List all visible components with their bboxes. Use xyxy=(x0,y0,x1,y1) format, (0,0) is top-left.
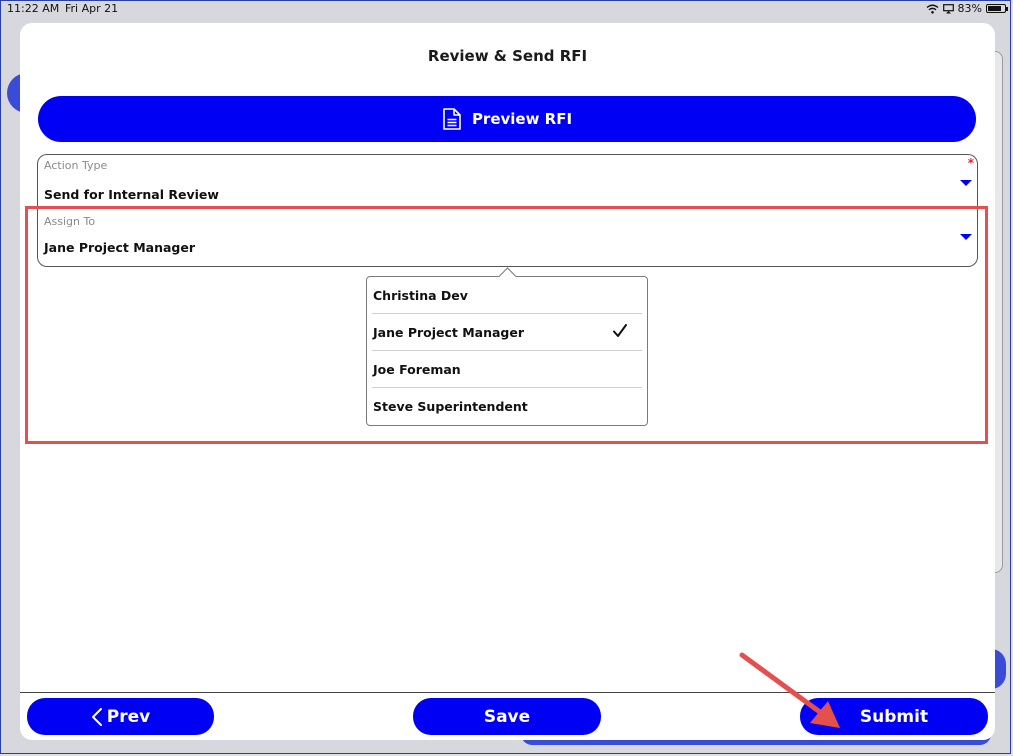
action-type-label: Action Type xyxy=(44,159,108,172)
dropdown-item-label: Steve Superintendent xyxy=(373,399,528,414)
battery-icon xyxy=(986,4,1008,13)
dropdown-item-label: Christina Dev xyxy=(373,288,468,303)
document-icon xyxy=(443,108,461,130)
submit-label: Submit xyxy=(859,706,929,727)
wifi-icon xyxy=(926,4,938,14)
submit-button[interactable]: Submit xyxy=(800,698,988,735)
dropdown-item-label: Joe Foreman xyxy=(373,362,461,377)
chevron-left-icon xyxy=(91,707,102,726)
action-type-field[interactable]: Action Type * Send for Internal Review xyxy=(37,154,978,212)
action-type-value: Send for Internal Review xyxy=(44,187,219,202)
battery-percent: 83% xyxy=(957,2,982,15)
dropdown-item-steve-superintendent[interactable]: Steve Superintendent xyxy=(372,388,642,425)
assign-to-dropdown: Christina Dev Jane Project Manager Joe F… xyxy=(366,267,648,426)
assign-to-field[interactable]: Assign To Jane Project Manager xyxy=(37,209,978,267)
caret-down-icon[interactable] xyxy=(960,234,972,240)
footer-divider xyxy=(20,692,995,693)
required-indicator: * xyxy=(967,156,974,170)
dropdown-item-jane-project-manager[interactable]: Jane Project Manager xyxy=(372,314,642,351)
prev-button[interactable]: Prev xyxy=(27,698,214,735)
save-label: Save xyxy=(483,706,531,727)
status-bar: 11:22 AM Fri Apr 21 83% xyxy=(1,1,1010,17)
screen-mirror-icon xyxy=(942,3,954,13)
status-date: Fri Apr 21 xyxy=(65,2,119,15)
status-indicators: 83% xyxy=(926,2,1008,15)
dropdown-item-christina-dev[interactable]: Christina Dev xyxy=(372,277,642,314)
dropdown-item-joe-foreman[interactable]: Joe Foreman xyxy=(372,351,642,388)
prev-label: Prev xyxy=(106,706,151,727)
assign-to-label: Assign To xyxy=(44,215,96,228)
status-time: 11:22 AM xyxy=(7,2,60,15)
dropdown-item-label: Jane Project Manager xyxy=(373,325,525,340)
modal-title: Review & Send RFI xyxy=(427,47,588,65)
preview-rfi-label: Preview RFI xyxy=(471,110,573,128)
assign-to-value: Jane Project Manager xyxy=(44,240,196,255)
preview-rfi-button[interactable]: Preview RFI xyxy=(38,96,976,142)
app-frame: 11:22 AM Fri Apr 21 83% Review & Send RF… xyxy=(0,0,1011,754)
checkmark-icon xyxy=(613,324,627,337)
review-send-modal: Review & Send RFI Preview RFI Action Typ… xyxy=(20,23,995,740)
save-button[interactable]: Save xyxy=(413,698,601,735)
caret-down-icon[interactable] xyxy=(960,180,972,186)
